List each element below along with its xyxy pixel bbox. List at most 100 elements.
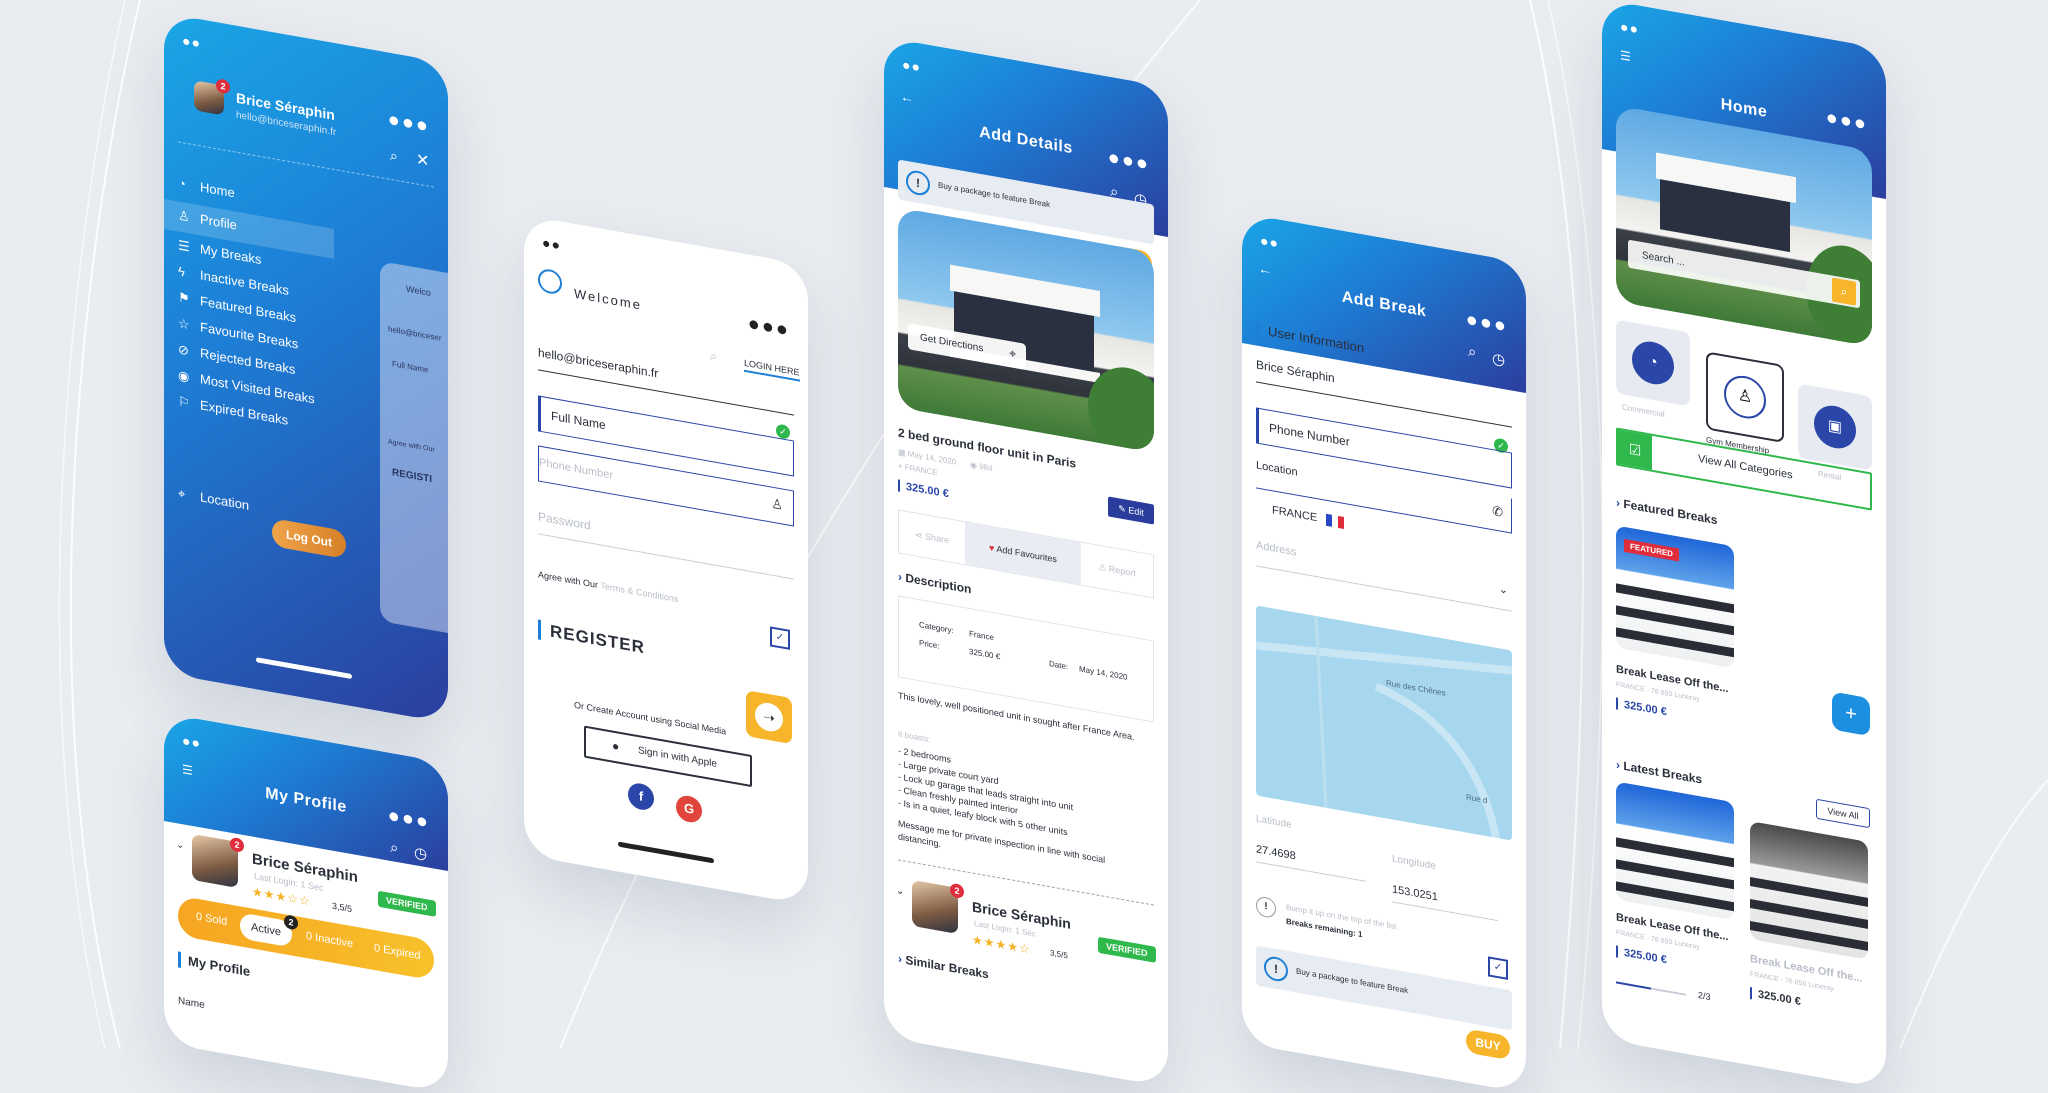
share-button[interactable]: ⋖ Share bbox=[899, 511, 965, 565]
pencil-icon: ✎ bbox=[1118, 503, 1129, 516]
ban-icon: ⊘ bbox=[178, 341, 189, 359]
star-icon: ☆ bbox=[178, 315, 190, 333]
add-favourites-button[interactable]: ♥ Add Favourites bbox=[965, 522, 1081, 585]
section-accent bbox=[178, 951, 181, 968]
agree-checkbox[interactable]: ✓ bbox=[770, 626, 790, 650]
more-icon[interactable]: ●●● bbox=[1108, 146, 1150, 176]
category-rental[interactable]: ▣ bbox=[1798, 383, 1872, 471]
country-select[interactable]: FRANCE bbox=[1272, 504, 1345, 530]
facebook-button[interactable]: f bbox=[628, 781, 654, 812]
longitude-value[interactable]: 153.0251 bbox=[1392, 883, 1498, 922]
verified-badge: VERIFIED bbox=[1098, 936, 1156, 963]
bolt-icon: ϟ bbox=[178, 263, 185, 280]
menu-icon[interactable]: ☰ bbox=[1620, 48, 1631, 64]
tab-expired[interactable]: 0 Expired bbox=[374, 942, 420, 962]
flag-icon: ⚐ bbox=[178, 393, 190, 411]
bump-checkbox[interactable]: ✓ bbox=[1488, 956, 1508, 980]
latitude-label: Latitude bbox=[1256, 813, 1292, 831]
more-icon[interactable]: ●●● bbox=[748, 312, 790, 342]
boasts-label: It boasts: bbox=[898, 729, 931, 745]
peek-agree: Agree with Our bbox=[388, 438, 435, 454]
featured-card-image[interactable]: FEATURED bbox=[1616, 525, 1734, 669]
status-dots: ●● bbox=[182, 32, 201, 52]
list-icon: ☰ bbox=[178, 237, 190, 255]
info-icon: ! bbox=[906, 168, 930, 198]
apple-signin-button[interactable]: ● Sign in with Apple bbox=[584, 725, 752, 788]
user-icon: ♙ bbox=[1724, 372, 1766, 422]
home-screen: ●● ☰ Home ●●● ⌕ ◷ Search ... ⌕ ◔ Commerc… bbox=[1602, 0, 1886, 1090]
login-here-link[interactable]: LOGIN HERE bbox=[744, 357, 800, 382]
peek-register: REGISTI bbox=[392, 467, 433, 486]
featured-tag: FEATURED bbox=[1624, 538, 1679, 562]
featured-card-price: 325.00 € bbox=[1616, 697, 1667, 719]
tab-active[interactable]: Active 2 bbox=[240, 912, 298, 948]
listing-views: ◉ 984 bbox=[970, 460, 993, 474]
latest-card-price: 325.00 € bbox=[1616, 945, 1667, 967]
agree-terms[interactable]: Agree with Our Terms & Conditions bbox=[538, 569, 678, 604]
rating-value: 3,5/5 bbox=[332, 900, 353, 915]
logo-icon bbox=[538, 267, 562, 296]
description-title: › Description bbox=[898, 569, 972, 597]
add-fab-button[interactable]: + bbox=[1832, 691, 1870, 737]
home-indicator bbox=[618, 841, 714, 864]
back-arrow-icon[interactable]: ← bbox=[900, 88, 914, 106]
owner-rating: 3,5/5 bbox=[1050, 948, 1068, 961]
pager-track bbox=[1616, 981, 1686, 996]
chevron-down-icon[interactable]: ⌄ bbox=[896, 885, 904, 897]
home-indicator bbox=[256, 657, 352, 680]
search-icon[interactable]: ⌕ bbox=[710, 348, 717, 365]
chevron-down-icon[interactable]: ⌄ bbox=[176, 839, 184, 851]
phone-icon: ✆ bbox=[1492, 503, 1503, 520]
edit-button[interactable]: ✎ Edit bbox=[1108, 496, 1154, 525]
register-title: REGISTER bbox=[550, 621, 645, 658]
status-dots: ●● bbox=[1620, 18, 1639, 38]
peek-welcome: Welco bbox=[406, 283, 431, 299]
map-roads bbox=[1256, 615, 1512, 838]
location-map[interactable]: Rue des Chênes Rue d bbox=[1256, 605, 1512, 841]
add-break-screen: ●● ← Add Break ●●● ⌕ ◷ User Information … bbox=[1242, 212, 1526, 1093]
latest-title: › Latest Breaks bbox=[1616, 757, 1703, 787]
category-gym-membership[interactable]: ♙ bbox=[1706, 351, 1784, 444]
warning-icon: ⚠ bbox=[1098, 561, 1109, 574]
buy-button[interactable]: BUY bbox=[1466, 1028, 1510, 1061]
feature-banner[interactable]: ! Buy a package to feature Break bbox=[1256, 945, 1512, 1031]
latest-card-image-2[interactable] bbox=[1750, 821, 1868, 960]
view-all-button[interactable]: View All bbox=[1816, 798, 1870, 829]
peek-fullname: Full Name bbox=[392, 359, 429, 375]
logout-button[interactable]: Log Out bbox=[272, 518, 346, 560]
user-icon: ♙ bbox=[771, 495, 783, 513]
history-icon[interactable]: ◷ bbox=[414, 843, 427, 863]
address-field[interactable]: Address ⌄ bbox=[1256, 535, 1512, 612]
arrow-right-icon: ➝ bbox=[755, 700, 783, 734]
history-icon[interactable]: ◷ bbox=[1492, 349, 1505, 369]
more-icon[interactable]: ●●● bbox=[1466, 308, 1508, 338]
bookmark-icon: ⚑ bbox=[178, 289, 190, 307]
profile-screen: ●● ☰ My Profile ●●● ⌕ ◷ ⌄ 2 Brice Séraph… bbox=[164, 712, 448, 1093]
eye-icon: ◉ bbox=[178, 367, 190, 385]
tab-sold[interactable]: 0 Sold bbox=[196, 911, 227, 929]
close-icon[interactable]: ✕ bbox=[416, 149, 429, 171]
france-flag-icon bbox=[1326, 513, 1345, 530]
tab-inactive[interactable]: 0 Inactive bbox=[306, 930, 353, 950]
listing-price: 325.00 € bbox=[898, 479, 949, 501]
pie-chart-icon: ◔ bbox=[1632, 338, 1674, 388]
more-icon[interactable]: ●●● bbox=[388, 804, 430, 834]
latitude-value[interactable]: 27.4698 bbox=[1256, 843, 1366, 882]
listing-country: ⌖ FRANCE bbox=[898, 461, 938, 478]
search-icon[interactable]: ⌕ bbox=[390, 839, 398, 857]
section-title: My Profile bbox=[188, 953, 251, 980]
register-submit-button[interactable]: ➝ bbox=[746, 690, 792, 745]
latest-card-image[interactable] bbox=[1616, 781, 1734, 921]
more-icon[interactable]: ●●● bbox=[388, 108, 430, 138]
pin-icon: ⌖ bbox=[898, 461, 905, 472]
report-button[interactable]: ⚠ Report bbox=[1081, 543, 1153, 598]
info-icon: ! bbox=[1264, 954, 1288, 984]
category-commercial[interactable]: ◔ bbox=[1616, 319, 1690, 407]
peek-email: hello@briceser bbox=[388, 324, 442, 343]
search-icon[interactable]: ⌕ bbox=[390, 147, 398, 165]
search-icon[interactable]: ⌕ bbox=[1468, 343, 1476, 361]
google-button[interactable]: G bbox=[676, 793, 702, 825]
search-button[interactable]: ⌕ bbox=[1832, 277, 1856, 306]
location-link[interactable]: ⌖ Location bbox=[178, 485, 249, 514]
menu-item-home[interactable]: ◔ Home bbox=[178, 175, 235, 200]
